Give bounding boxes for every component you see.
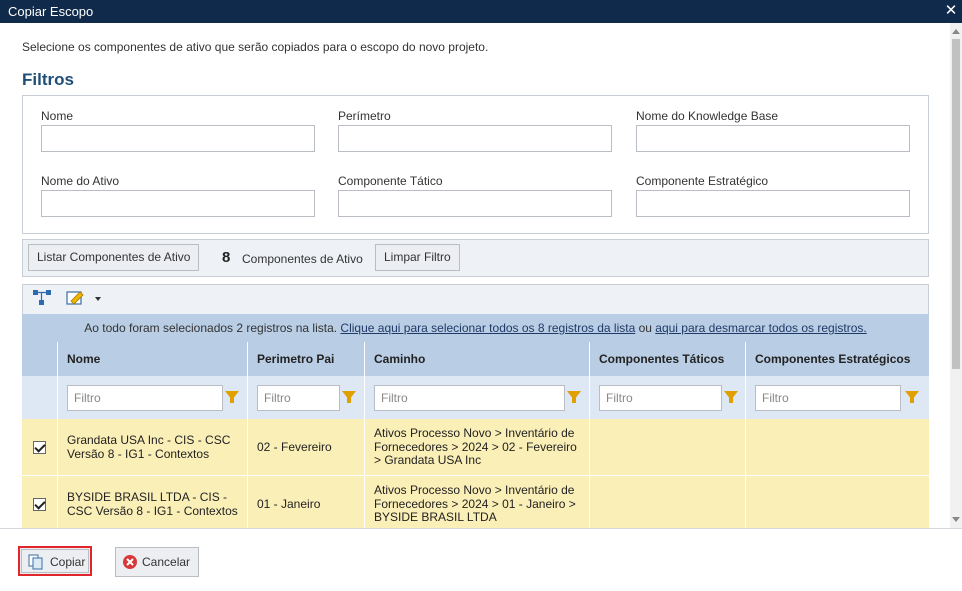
components-count-label: Componentes de Ativo (242, 252, 363, 266)
filter-ativo-input[interactable] (41, 190, 315, 217)
filter-estrategico-label: Componente Estratégico (636, 174, 769, 188)
header-taticos[interactable]: Componentes Táticos (589, 342, 745, 376)
row-select-cell (22, 419, 57, 476)
filter-funnel-icon[interactable] (342, 391, 356, 403)
copy-button[interactable]: Copiar (18, 546, 92, 576)
hierarchy-icon[interactable] (32, 289, 52, 307)
edit-icon[interactable] (66, 289, 86, 307)
list-components-button[interactable]: Listar Componentes de Ativo (28, 244, 200, 271)
table-row[interactable]: Grandata USA Inc - CIS - CSC Versão 8 - … (22, 419, 929, 476)
filter-kb-label: Nome do Knowledge Base (636, 109, 779, 123)
column-filter-nome[interactable]: Filtro (67, 385, 223, 411)
filter-cell-select (22, 376, 57, 419)
vertical-scrollbar[interactable] (950, 23, 962, 528)
row-checkbox[interactable] (33, 498, 46, 511)
scroll-down-icon[interactable] (952, 517, 960, 522)
copy-icon (28, 554, 43, 570)
dialog-title: Copiar Escopo (8, 4, 94, 19)
deselect-all-link[interactable]: aqui para desmarcar todos os registros. (655, 321, 866, 335)
filter-nome-label: Nome (41, 109, 74, 123)
filter-funnel-icon[interactable] (567, 391, 581, 403)
filter-funnel-icon[interactable] (905, 391, 919, 403)
filter-tatico-label: Componente Tático (338, 174, 443, 188)
filter-ativo-label: Nome do Ativo (41, 174, 120, 188)
components-count: 8 (222, 249, 231, 266)
copy-button-inner: Copiar (21, 549, 89, 573)
header-caminho[interactable]: Caminho (364, 342, 589, 376)
filter-cell-nome: Filtro (57, 376, 247, 419)
header-estrategicos[interactable]: Componentes Estratégicos (745, 342, 929, 376)
filter-estrategico: Componente Estratégico (636, 174, 910, 217)
filter-cell-perimetro: Filtro (247, 376, 364, 419)
selection-text: Ao todo foram selecionados 2 registros n… (84, 321, 341, 335)
scroll-thumb[interactable] (952, 39, 960, 369)
selection-or: ou (635, 321, 656, 335)
filter-estrategico-input[interactable] (636, 190, 910, 217)
filter-cell-taticos: Filtro (589, 376, 745, 419)
table-row[interactable]: BYSIDE BRASIL LTDA - CIS - CSC Versão 8 … (22, 476, 929, 533)
header-select (22, 342, 57, 376)
cell-estrategicos (745, 476, 929, 533)
header-nome[interactable]: Nome (57, 342, 247, 376)
filter-nome-input[interactable] (41, 125, 315, 152)
row-select-cell (22, 476, 57, 533)
cell-caminho: Ativos Processo Novo > Inventário de For… (364, 419, 589, 476)
filter-nome: Nome (41, 109, 315, 152)
cell-taticos (589, 419, 745, 476)
column-filter-taticos[interactable]: Filtro (599, 385, 722, 411)
cell-perimetro: 01 - Janeiro (247, 476, 364, 533)
cell-estrategicos (745, 419, 929, 476)
intro-text: Selecione os componentes de ativo que se… (22, 40, 489, 54)
filter-perimetro-label: Perímetro (338, 109, 391, 123)
cell-nome: BYSIDE BRASIL LTDA - CIS - CSC Versão 8 … (57, 476, 247, 533)
header-perimetro[interactable]: Perimetro Pai (247, 342, 364, 376)
selection-info: Ao todo foram selecionados 2 registros n… (22, 314, 929, 342)
filter-cell-caminho: Filtro (364, 376, 589, 419)
filter-ativo: Nome do Ativo (41, 174, 315, 217)
filter-panel: Nome Perímetro Nome do Knowledge Base No… (22, 95, 929, 234)
grid-filter-row: Filtro Filtro Filtro Filtro Filtro (22, 376, 929, 419)
cell-nome: Grandata USA Inc - CIS - CSC Versão 8 - … (57, 419, 247, 476)
cell-perimetro: 02 - Fevereiro (247, 419, 364, 476)
filter-perimetro: Perímetro (338, 109, 612, 152)
filter-funnel-icon[interactable] (225, 391, 239, 403)
column-filter-caminho[interactable]: Filtro (374, 385, 565, 411)
column-filter-perimetro[interactable]: Filtro (257, 385, 340, 411)
filter-perimetro-input[interactable] (338, 125, 612, 152)
filter-funnel-icon[interactable] (724, 391, 738, 403)
filter-tatico: Componente Tático (338, 174, 612, 217)
dialog-footer: Copiar Cancelar (0, 528, 962, 591)
filter-tatico-input[interactable] (338, 190, 612, 217)
column-filter-estrategicos[interactable]: Filtro (755, 385, 901, 411)
filter-kb: Nome do Knowledge Base (636, 109, 910, 152)
copy-button-label: Copiar (50, 555, 86, 569)
clear-filter-button[interactable]: Limpar Filtro (375, 244, 460, 271)
scroll-up-icon[interactable] (952, 29, 960, 34)
grid-header: Nome Perimetro Pai Caminho Componentes T… (22, 342, 929, 376)
edit-dropdown-icon[interactable] (95, 297, 101, 301)
dialog-title-bar: Copiar Escopo ✕ (0, 0, 962, 23)
filter-kb-input[interactable] (636, 125, 910, 152)
cancel-button-label: Cancelar (142, 555, 191, 569)
cell-taticos (589, 476, 745, 533)
cell-caminho: Ativos Processo Novo > Inventário de For… (364, 476, 589, 533)
filter-cell-estrategicos: Filtro (745, 376, 929, 419)
grid-toolbar (22, 284, 929, 314)
list-bar: Listar Componentes de Ativo 8 Componente… (22, 239, 929, 277)
select-all-link[interactable]: Clique aqui para selecionar todos os 8 r… (340, 321, 635, 335)
filters-heading: Filtros (22, 70, 74, 89)
row-checkbox[interactable] (33, 441, 46, 454)
cancel-button[interactable]: Cancelar (115, 547, 199, 577)
cancel-icon (123, 555, 137, 569)
close-icon[interactable]: ✕ (944, 0, 958, 23)
